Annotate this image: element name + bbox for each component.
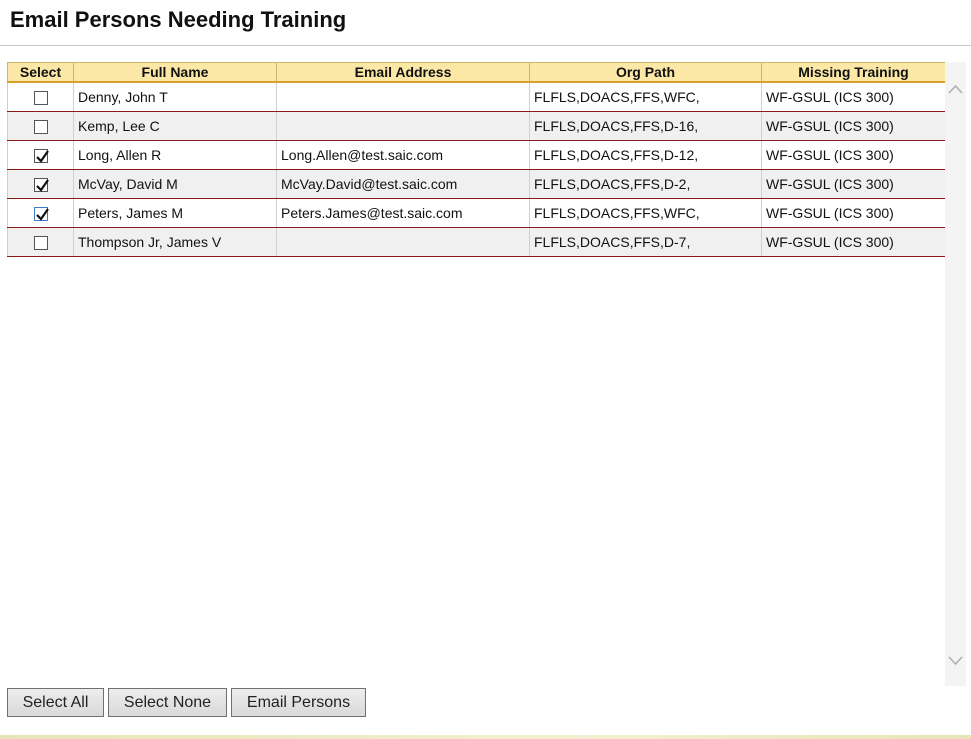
table-row[interactable]: McVay, David M McVay.David@test.saic.com… bbox=[7, 169, 946, 199]
missing-training-cell: WF-GSUL (ICS 300) bbox=[761, 227, 946, 257]
table-row[interactable]: Denny, John T FLFLS,DOACS,FFS,WFC, WF-GS… bbox=[7, 82, 946, 112]
email-training-page: Email Persons Needing Training Select Fu… bbox=[0, 0, 971, 739]
table-row[interactable]: Long, Allen R Long.Allen@test.saic.com F… bbox=[7, 140, 946, 170]
row-select-checkbox[interactable] bbox=[33, 236, 48, 251]
missing-training-cell: WF-GSUL (ICS 300) bbox=[761, 111, 946, 141]
row-select-checkbox[interactable] bbox=[33, 178, 49, 193]
missing-training-cell: WF-GSUL (ICS 300) bbox=[761, 198, 946, 228]
checkmark-icon bbox=[35, 179, 49, 192]
table-row[interactable]: Peters, James M Peters.James@test.saic.c… bbox=[7, 198, 946, 228]
column-header-org-path[interactable]: Org Path bbox=[529, 62, 762, 83]
full-name-cell: Kemp, Lee C bbox=[73, 111, 277, 141]
checkmark-icon bbox=[35, 150, 49, 163]
select-all-button[interactable]: Select All bbox=[7, 688, 104, 717]
chevron-down-icon[interactable] bbox=[947, 652, 964, 669]
row-select-checkbox[interactable] bbox=[33, 207, 49, 222]
full-name-cell: Long, Allen R bbox=[73, 140, 277, 170]
chevron-up-icon[interactable] bbox=[947, 81, 964, 98]
checkmark-icon bbox=[35, 208, 49, 221]
select-cell bbox=[7, 111, 74, 141]
full-name-cell: McVay, David M bbox=[73, 169, 277, 199]
column-header-select[interactable]: Select bbox=[7, 62, 74, 83]
table-body: Denny, John T FLFLS,DOACS,FFS,WFC, WF-GS… bbox=[7, 82, 946, 257]
email-persons-button[interactable]: Email Persons bbox=[231, 688, 366, 717]
org-path-cell: FLFLS,DOACS,FFS,WFC, bbox=[529, 82, 762, 112]
org-path-cell: FLFLS,DOACS,FFS,D-16, bbox=[529, 111, 762, 141]
email-cell: McVay.David@test.saic.com bbox=[276, 169, 530, 199]
select-cell bbox=[7, 82, 74, 112]
email-cell: Peters.James@test.saic.com bbox=[276, 198, 530, 228]
full-name-cell: Thompson Jr, James V bbox=[73, 227, 277, 257]
persons-grid: Select Full Name Email Address Org Path … bbox=[7, 62, 946, 686]
select-cell bbox=[7, 198, 74, 228]
persons-table: Select Full Name Email Address Org Path … bbox=[7, 62, 946, 257]
email-cell bbox=[276, 111, 530, 141]
bottom-border-strip bbox=[0, 735, 971, 739]
org-path-cell: FLFLS,DOACS,FFS,D-12, bbox=[529, 140, 762, 170]
select-cell bbox=[7, 140, 74, 170]
column-header-email-address[interactable]: Email Address bbox=[276, 62, 530, 83]
table-header-row: Select Full Name Email Address Org Path … bbox=[7, 62, 946, 83]
table-row[interactable]: Thompson Jr, James V FLFLS,DOACS,FFS,D-7… bbox=[7, 227, 946, 257]
page-title: Email Persons Needing Training bbox=[10, 7, 347, 32]
org-path-cell: FLFLS,DOACS,FFS,WFC, bbox=[529, 198, 762, 228]
org-path-cell: FLFLS,DOACS,FFS,D-7, bbox=[529, 227, 762, 257]
email-cell bbox=[276, 82, 530, 112]
missing-training-cell: WF-GSUL (ICS 300) bbox=[761, 140, 946, 170]
email-cell bbox=[276, 227, 530, 257]
title-divider bbox=[0, 45, 971, 46]
column-header-missing-training[interactable]: Missing Training bbox=[761, 62, 946, 83]
row-select-checkbox[interactable] bbox=[33, 91, 48, 106]
row-select-checkbox[interactable] bbox=[33, 149, 49, 164]
select-cell bbox=[7, 169, 74, 199]
missing-training-cell: WF-GSUL (ICS 300) bbox=[761, 169, 946, 199]
missing-training-cell: WF-GSUL (ICS 300) bbox=[761, 82, 946, 112]
select-cell bbox=[7, 227, 74, 257]
select-none-button[interactable]: Select None bbox=[108, 688, 227, 717]
table-row[interactable]: Kemp, Lee C FLFLS,DOACS,FFS,D-16, WF-GSU… bbox=[7, 111, 946, 141]
full-name-cell: Peters, James M bbox=[73, 198, 277, 228]
column-header-full-name[interactable]: Full Name bbox=[73, 62, 277, 83]
email-cell: Long.Allen@test.saic.com bbox=[276, 140, 530, 170]
row-select-checkbox[interactable] bbox=[33, 120, 48, 135]
full-name-cell: Denny, John T bbox=[73, 82, 277, 112]
vertical-scrollbar[interactable] bbox=[945, 62, 966, 686]
org-path-cell: FLFLS,DOACS,FFS,D-2, bbox=[529, 169, 762, 199]
